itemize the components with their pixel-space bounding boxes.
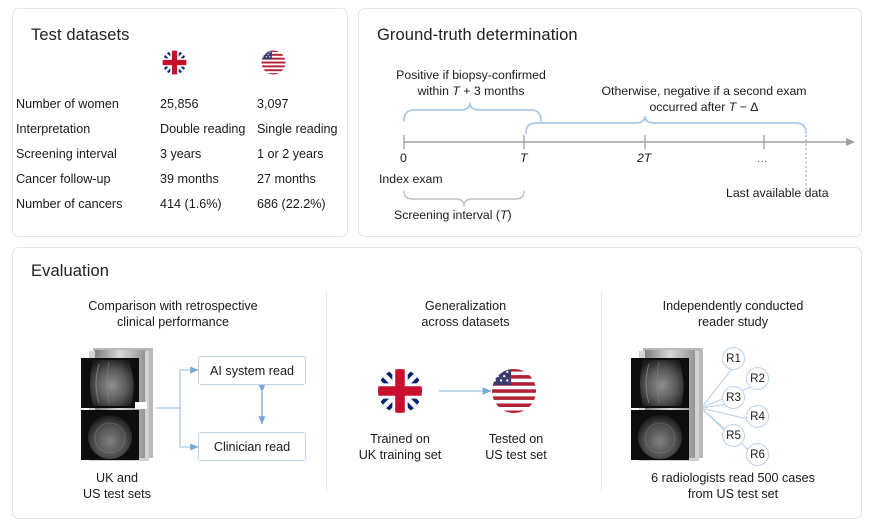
eval-col2-source-caption: Trained on UK training set: [340, 431, 460, 463]
eval-col3-caption-line1: 6 radiologists read 500 cases: [651, 471, 815, 485]
eval-col2-heading: Generalization across datasets: [343, 298, 588, 330]
axis-tick-2T: 2T: [637, 151, 651, 165]
row-value-uk: Double reading: [160, 122, 245, 136]
reader-circle-r4[interactable]: R4: [746, 405, 769, 428]
eval-col2-heading-line2: across datasets: [421, 315, 509, 329]
column-divider: [601, 291, 602, 491]
row-value-us: 27 months: [257, 172, 316, 186]
row-value-us: 3,097: [257, 97, 289, 111]
page-title-evaluation: Evaluation: [31, 262, 109, 281]
eval-col3-heading-line2: reader study: [698, 315, 768, 329]
positive-rule-line2: within T + 3 months: [381, 84, 561, 98]
eval-col3-heading: Independently conducted reader study: [618, 298, 848, 330]
us-flag-icon: [491, 368, 537, 414]
row-value-us: 1 or 2 years: [257, 147, 324, 161]
trained-on-line1: Trained on: [370, 432, 430, 446]
reader-circle-r6[interactable]: R6: [746, 443, 769, 466]
row-label: Screening interval: [16, 147, 117, 161]
eval-col3-heading-line1: Independently conducted: [663, 299, 804, 313]
reader-circle-r2[interactable]: R2: [746, 367, 769, 390]
uk-flag-icon: [162, 50, 187, 75]
us-flag-icon: [261, 50, 286, 75]
table-row: Interpretation Double reading Single rea…: [16, 122, 326, 147]
eval-col1-caption-line2: US test sets: [83, 487, 151, 501]
row-value-us: Single reading: [257, 122, 338, 136]
panel-ground-truth: Ground-truth determination Positive if b…: [358, 8, 862, 237]
last-available-data-label: Last available data: [726, 186, 829, 200]
eval-col3-caption-line2: from US test set: [688, 487, 778, 501]
page-title-test-datasets: Test datasets: [31, 26, 130, 45]
trained-on-line2: UK training set: [359, 448, 442, 462]
mammogram-stack: [629, 346, 707, 464]
eval-col3-caption: 6 radiologists read 500 cases from US te…: [608, 470, 858, 502]
negative-rule-line2: occurred after T − Δ: [559, 100, 849, 114]
row-value-uk: 3 years: [160, 147, 201, 161]
clinician-read-box[interactable]: Clinician read: [198, 432, 306, 461]
eval-col1-heading: Comparison with retrospective clinical p…: [48, 298, 298, 330]
table-row: Number of cancers 414 (1.6%) 686 (22.2%): [16, 197, 326, 222]
row-value-uk: 39 months: [160, 172, 219, 186]
row-value-us: 686 (22.2%): [257, 197, 326, 211]
column-divider: [326, 291, 327, 491]
axis-tick-0: 0: [400, 151, 407, 165]
eval-col1-heading-line2: clinical performance: [117, 315, 229, 329]
reader-circle-r1[interactable]: R1: [722, 347, 745, 370]
eval-col2-target-caption: Tested on US test set: [461, 431, 571, 463]
row-label: Number of cancers: [16, 197, 122, 211]
table-row: Screening interval 3 years 1 or 2 years: [16, 147, 326, 172]
row-value-uk: 414 (1.6%): [160, 197, 222, 211]
eval-col2-heading-line1: Generalization: [425, 299, 506, 313]
negative-rule-line1: Otherwise, negative if a second exam: [559, 84, 849, 98]
index-exam-label: Index exam: [379, 172, 443, 186]
timeline-diagram: [359, 9, 863, 238]
positive-rule-line1: Positive if biopsy-confirmed: [381, 68, 561, 82]
screening-interval-label: Screening interval (T): [394, 208, 512, 222]
uk-flag-icon: [377, 368, 423, 414]
row-label: Cancer follow-up: [16, 172, 111, 186]
axis-tick-ellipsis: ...: [757, 151, 767, 165]
row-value-uk: 25,856: [160, 97, 199, 111]
panel-evaluation: Evaluation Com: [12, 247, 862, 519]
eval-col1-caption-line1: UK and: [96, 471, 138, 485]
tested-on-line2: US test set: [485, 448, 547, 462]
table-row: Cancer follow-up 39 months 27 months: [16, 172, 326, 197]
reader-circle-r3[interactable]: R3: [722, 386, 745, 409]
row-label: Number of women: [16, 97, 119, 111]
eval-col1-caption: UK and US test sets: [47, 470, 187, 502]
mammogram-stack: [79, 346, 157, 464]
ai-system-read-box[interactable]: AI system read: [198, 356, 306, 385]
eval-col1-heading-line1: Comparison with retrospective: [88, 299, 257, 313]
table-row: Number of women 25,856 3,097: [16, 97, 326, 122]
row-label: Interpretation: [16, 122, 90, 136]
reader-circle-r5[interactable]: R5: [722, 424, 745, 447]
tested-on-line1: Tested on: [489, 432, 544, 446]
axis-tick-T: T: [520, 151, 528, 165]
